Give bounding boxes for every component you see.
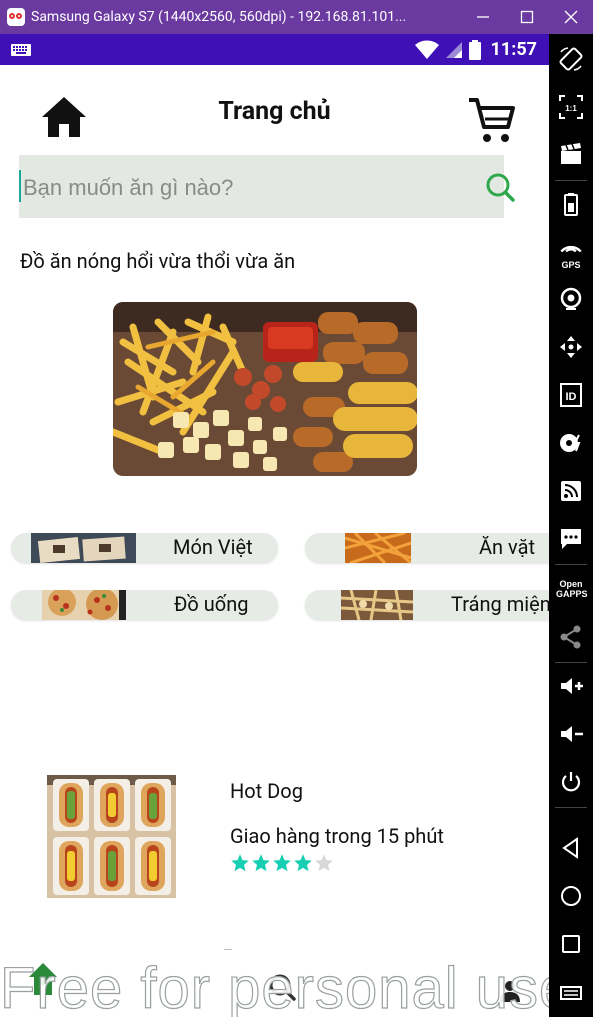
category-do-uong[interactable]: Đồ uống — [11, 590, 278, 620]
battery-widget-button[interactable] — [549, 184, 593, 224]
keyboard-icon — [11, 43, 31, 56]
window-title: Samsung Galaxy S7 (1440x2560, 560dpi) - … — [31, 9, 407, 25]
category-label: Đồ uống — [174, 592, 249, 616]
status-clock: 11:57 — [490, 39, 537, 60]
battery-icon — [468, 39, 481, 60]
move-arrows-icon — [560, 336, 582, 358]
star-filled-icon — [252, 854, 270, 872]
svg-text:ID: ID — [566, 391, 577, 403]
android-status-bar: 11:57 — [0, 34, 549, 65]
webcam-icon — [560, 287, 582, 310]
app-screen: Trang chủ Đồ ăn nóng hổi vừa thổi vừa ăn — [0, 65, 549, 1017]
star-filled-icon — [231, 854, 249, 872]
close-icon — [564, 10, 578, 24]
rotate-device-icon — [559, 47, 583, 71]
battery-icon — [564, 193, 578, 216]
category-label: Món Việt — [173, 535, 253, 559]
category-thumb-trang-mieng — [341, 590, 413, 620]
promo-text: Đồ ăn nóng hổi vừa thổi vừa ăn — [20, 249, 296, 273]
disk-io-button[interactable] — [549, 423, 593, 463]
share-button[interactable] — [549, 617, 593, 657]
star-filled-icon — [294, 854, 312, 872]
window-title-bar: Samsung Galaxy S7 (1440x2560, 560dpi) - … — [0, 0, 593, 34]
volume-up-button[interactable] — [549, 666, 593, 706]
id-card-icon: ID — [560, 383, 582, 407]
category-trang-mieng[interactable]: Tráng miệng — [305, 590, 549, 620]
star-empty-icon — [315, 854, 333, 872]
power-icon — [561, 772, 581, 792]
pixel-perfect-button[interactable]: 1:1 — [549, 87, 593, 127]
volume-up-icon — [561, 678, 583, 694]
emulator-toolbar: 1:1 GPS ID Open GAPPS — [549, 34, 593, 1017]
search-input[interactable] — [21, 155, 465, 220]
category-thumb-an-vat — [345, 533, 411, 563]
category-thumb-mon-viet — [31, 533, 136, 563]
toolbar-separator — [555, 807, 587, 808]
search-icon[interactable] — [485, 172, 515, 202]
genymotion-app-icon — [7, 8, 25, 26]
webcam-widget-button[interactable] — [549, 279, 593, 319]
product-image-hot-dog[interactable] — [47, 775, 176, 898]
sms-button[interactable] — [549, 519, 593, 559]
gps-label: GPS — [561, 260, 581, 270]
recent-apps-button[interactable] — [549, 924, 593, 964]
category-label: Tráng miệng — [451, 592, 549, 616]
device-id-button[interactable]: ID — [549, 375, 593, 415]
bottom-navigation — [0, 949, 549, 1017]
product-name: Hot Dog — [230, 779, 303, 803]
rotate-button[interactable] — [549, 39, 593, 79]
disk-io-icon — [560, 434, 581, 452]
volume-down-icon — [561, 726, 583, 742]
home-circle-icon — [561, 886, 581, 906]
back-button[interactable] — [549, 828, 593, 868]
network-button[interactable] — [549, 471, 593, 511]
home-button[interactable] — [549, 876, 593, 916]
share-icon — [560, 625, 581, 649]
cast-icon — [561, 481, 581, 501]
volume-down-button[interactable] — [549, 714, 593, 754]
search-bar[interactable] — [19, 155, 515, 220]
minimize-icon — [477, 16, 489, 18]
category-thumb-do-uong — [42, 590, 126, 620]
toolbar-separator — [555, 662, 587, 663]
clapperboard-icon — [561, 143, 581, 164]
nav-search-icon[interactable] — [268, 973, 296, 1001]
app-header: Trang chủ — [0, 65, 549, 155]
category-label: Ăn vặt — [479, 535, 536, 559]
star-filled-icon — [273, 854, 291, 872]
wifi-icon — [414, 40, 439, 59]
message-icon — [561, 529, 581, 549]
open-gapps-button[interactable]: Open GAPPS — [549, 569, 593, 609]
category-mon-viet[interactable]: Món Việt — [11, 533, 278, 563]
back-triangle-icon — [562, 837, 578, 859]
screencast-button[interactable] — [549, 134, 593, 174]
recent-apps-square-icon — [562, 935, 580, 953]
remote-control-button[interactable] — [549, 327, 593, 367]
menu-icon — [560, 986, 582, 1000]
power-button[interactable] — [549, 762, 593, 802]
close-button[interactable] — [549, 0, 593, 34]
maximize-button[interactable] — [505, 0, 549, 34]
scale-icon: 1:1 — [559, 95, 583, 119]
cart-icon[interactable] — [466, 95, 516, 145]
nav-user-icon[interactable] — [498, 979, 522, 1003]
minimize-button[interactable] — [461, 0, 505, 34]
maximize-icon — [520, 10, 534, 24]
toolbar-separator — [555, 564, 587, 565]
gps-widget-button[interactable]: GPS — [549, 231, 593, 271]
open-gapps-icon: Open GAPPS — [556, 579, 588, 599]
promo-food-image[interactable] — [113, 302, 417, 476]
gps-icon: GPS — [558, 232, 584, 270]
gps-signal-icon — [560, 245, 582, 253]
cell-signal-icon — [445, 41, 462, 58]
divider — [224, 949, 232, 950]
product-delivery-time: Giao hàng trong 15 phút — [230, 824, 444, 848]
svg-text:1:1: 1:1 — [565, 104, 577, 113]
category-an-vat[interactable]: Ăn vặt — [305, 533, 549, 563]
menu-button[interactable] — [549, 972, 593, 1012]
product-rating — [230, 853, 334, 873]
toolbar-separator — [555, 180, 587, 181]
nav-home-icon[interactable] — [28, 961, 58, 997]
